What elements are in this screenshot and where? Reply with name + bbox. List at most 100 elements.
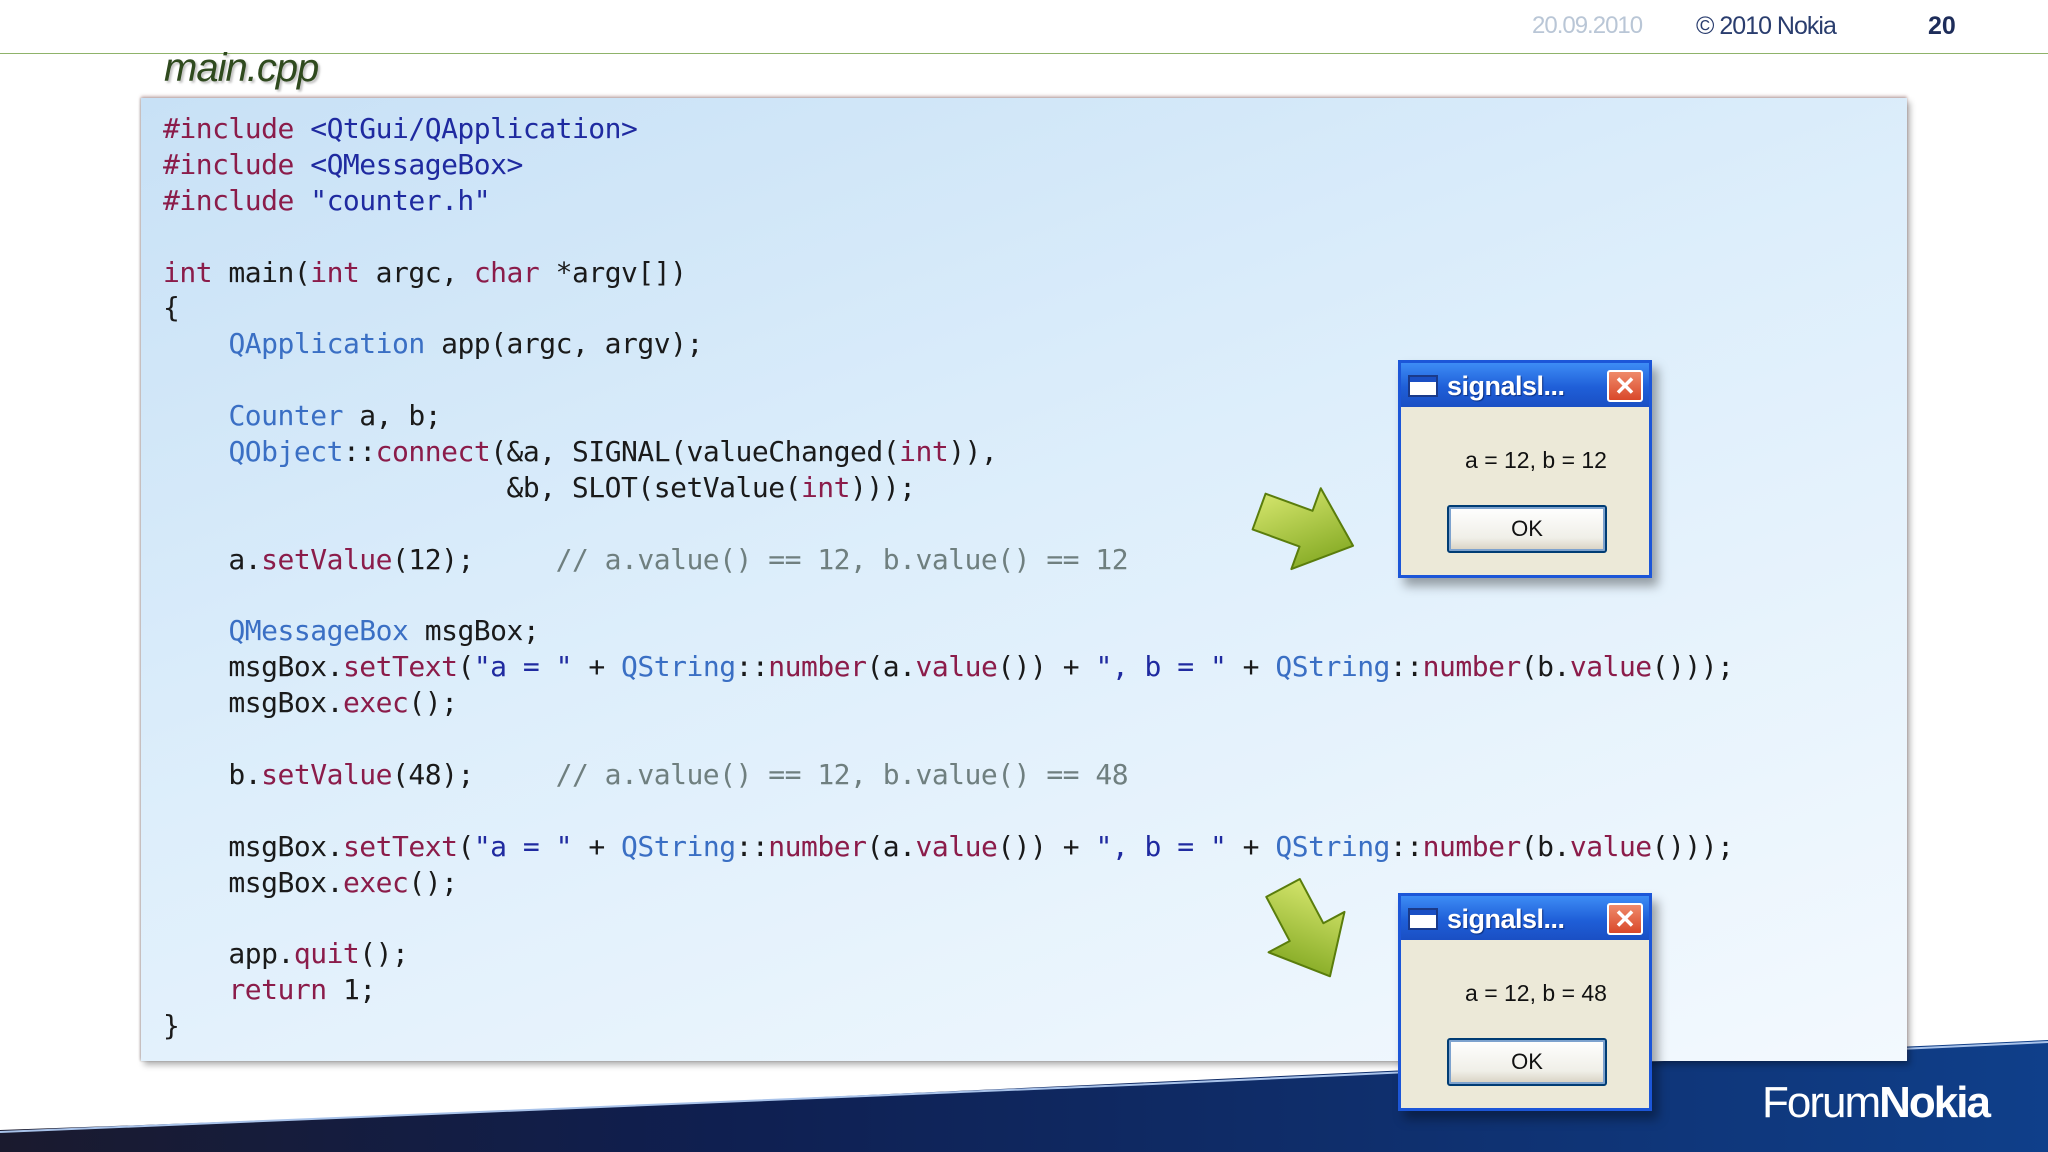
- code-token: return: [228, 973, 327, 1007]
- dialog-title: signalsl...: [1447, 904, 1565, 934]
- dialog-title-bar[interactable]: signalsl... ✕: [1401, 896, 1649, 940]
- code-token: number: [1422, 829, 1522, 863]
- arrow-right-icon: [1251, 487, 1355, 571]
- code-token: value: [1569, 829, 1652, 863]
- code-token: ::: [1389, 829, 1423, 863]
- code-token: QMessageBox: [228, 614, 409, 648]
- code-line: #include <QtGui/QApplication>: [163, 111, 1733, 147]
- code-token: QString: [1275, 829, 1390, 863]
- code-token: #include: [163, 183, 311, 217]
- code-token: (&a, SIGNAL(valueChanged(: [490, 435, 900, 469]
- code-line: QMessageBox msgBox;: [163, 613, 1733, 649]
- file-title: main.cpp: [164, 46, 319, 90]
- code-token: "counter.h": [310, 183, 491, 217]
- code-token: ", b = ": [1095, 650, 1227, 684]
- code-token: <QMessageBox>: [310, 147, 523, 181]
- code-token: (12);: [392, 542, 556, 576]
- code-token: #include: [163, 112, 311, 145]
- code-line: int main(int argc, char *argv[]): [163, 255, 1733, 291]
- code-token: a, b;: [342, 399, 442, 433]
- code-token: }: [163, 1009, 180, 1043]
- close-icon[interactable]: ✕: [1607, 903, 1643, 935]
- dialog-title: signalsl...: [1447, 371, 1565, 401]
- brand-bold: Nokia: [1879, 1078, 1991, 1127]
- code-token: a.: [163, 542, 262, 576]
- code-token: value: [915, 650, 998, 684]
- code-token: // a.value() == 12, b.value() == 12: [555, 542, 1129, 576]
- code-token: argc,: [359, 255, 474, 289]
- code-token: ::: [735, 829, 769, 863]
- code-token: main(: [212, 255, 311, 289]
- code-token: Counter: [228, 399, 343, 433]
- window-icon: [1408, 375, 1438, 397]
- code-token: char: [473, 255, 540, 289]
- code-token: #include: [163, 147, 311, 181]
- code-token: int: [800, 470, 851, 504]
- code-token: QString: [621, 650, 736, 684]
- code-token: QString: [1275, 650, 1390, 684]
- code-token: ();: [408, 865, 458, 899]
- code-token: {: [163, 291, 180, 325]
- code-token: (b.: [1520, 829, 1571, 863]
- message-dialog-2: signalsl... ✕ a = 12, b = 48 OK: [1398, 893, 1652, 1111]
- slide-date: 20.09.2010: [1532, 12, 1643, 39]
- code-token: QString: [621, 829, 736, 863]
- ok-button[interactable]: OK: [1447, 1038, 1607, 1086]
- code-token: int: [899, 435, 949, 469]
- dialog-title-bar[interactable]: signalsl... ✕: [1401, 363, 1649, 407]
- code-token: +: [571, 650, 622, 684]
- code-line: b.setValue(48); // a.value() == 12, b.va…: [163, 757, 1733, 793]
- code-token: value: [915, 829, 998, 863]
- code-token: setText: [342, 829, 458, 863]
- code-line: msgBox.exec();: [163, 685, 1733, 721]
- code-line: msgBox.setText("a = " + QString::number(…: [163, 829, 1734, 865]
- code-token: setValue: [261, 542, 393, 576]
- code-token: number: [768, 829, 867, 863]
- code-token: exec: [342, 686, 409, 720]
- code-token: number: [768, 650, 867, 684]
- code-token: ()) +: [997, 829, 1096, 863]
- code-token: ::: [735, 650, 769, 684]
- code-token: setValue: [261, 758, 393, 792]
- code-token: msgBox.: [163, 829, 343, 863]
- code-line: msgBox.setText("a = " + QString::number(…: [163, 649, 1734, 685]
- code-token: setText: [342, 650, 458, 684]
- code-token: exec: [342, 865, 409, 899]
- code-token: +: [571, 829, 622, 863]
- code-token: (a.: [866, 650, 916, 684]
- slide-copyright: © 2010 Nokia: [1696, 12, 1837, 40]
- code-token: *argv[]): [539, 255, 687, 289]
- slide-page-number: 20: [1928, 12, 1956, 40]
- code-token: )),: [948, 435, 998, 469]
- code-token: ::: [1389, 650, 1423, 684]
- message-dialog-1: signalsl... ✕ a = 12, b = 12 OK: [1398, 360, 1652, 578]
- code-token: (: [457, 829, 474, 863]
- code-token: QApplication: [228, 327, 425, 361]
- close-icon[interactable]: ✕: [1607, 370, 1643, 402]
- code-token: ", b = ": [1095, 829, 1227, 863]
- code-line: QApplication app(argc, argv);: [163, 326, 1733, 362]
- code-token: +: [1226, 650, 1276, 684]
- code-token: <QtGui/QApplication>: [310, 112, 638, 145]
- code-token: ()) +: [997, 650, 1096, 684]
- ok-button[interactable]: OK: [1447, 505, 1607, 553]
- brand-light: Forum: [1762, 1078, 1881, 1127]
- code-token: ()));: [1651, 829, 1734, 863]
- code-token: ()));: [1651, 650, 1734, 684]
- code-token: (b.: [1520, 650, 1571, 684]
- code-token: msgBox.: [163, 865, 343, 899]
- code-token: msgBox;: [408, 614, 540, 648]
- code-token: number: [1422, 650, 1522, 684]
- code-token: "a = ": [473, 650, 573, 684]
- code-token: app(argc, argv);: [424, 327, 703, 361]
- code-line: {: [163, 290, 1733, 326]
- code-token: &b, SLOT(setValue(: [163, 470, 802, 504]
